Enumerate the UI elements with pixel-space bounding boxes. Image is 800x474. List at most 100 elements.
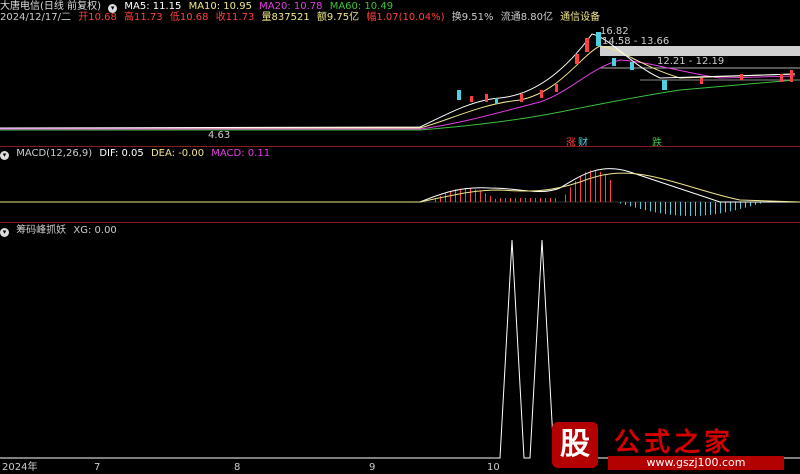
macd-chart[interactable] — [0, 158, 800, 222]
macd-bar — [740, 202, 741, 209]
x-label-7: 7 — [94, 462, 101, 473]
x-label-10: 10 — [487, 462, 500, 473]
macd-bar — [650, 202, 651, 212]
macd-bar — [440, 195, 441, 202]
date: 2024/12/17/二 — [0, 12, 72, 23]
indicator-title[interactable]: 筹码峰抓妖 — [16, 225, 66, 236]
indicator-xg: XG: 0.00 — [73, 225, 117, 236]
volume: 量837521 — [261, 12, 310, 23]
macd-bar — [515, 198, 516, 202]
range-label-1: 14.58 - 13.66 — [602, 36, 669, 47]
ma20-line — [0, 59, 796, 130]
macd-bar — [525, 198, 526, 202]
macd-bar — [490, 195, 491, 202]
macd-bar — [465, 188, 466, 202]
x-label-2024: 2024年 — [2, 462, 38, 473]
macd-bar — [570, 187, 571, 202]
macd-bar — [675, 202, 676, 216]
low-price: 低10.68 — [169, 12, 209, 23]
macd-bar — [530, 198, 531, 202]
macd-bar — [695, 202, 696, 216]
macd-bar — [520, 198, 521, 202]
macd-bar — [610, 179, 611, 202]
separator-1 — [0, 146, 800, 147]
macd-bar — [590, 170, 591, 202]
macd-bar — [645, 202, 646, 211]
amount: 额9.75亿 — [316, 12, 360, 23]
macd-bar — [720, 202, 721, 214]
low-label: 4.63 — [208, 130, 230, 141]
macd-bar — [565, 194, 566, 202]
watermark-url: www.gszj100.com — [608, 456, 784, 470]
high-price: 高11.73 — [124, 12, 163, 23]
price-chart[interactable]: 16.82 14.58 - 13.66 12.21 - 12.19 4.63 — [0, 24, 800, 146]
macd-bar — [640, 202, 641, 209]
macd-bar — [630, 202, 631, 207]
macd-bar — [495, 198, 496, 202]
ma10-value: MA10: 10.95 — [188, 1, 252, 12]
macd-bar — [455, 189, 456, 202]
macd-bar — [555, 198, 556, 202]
macd-bar — [550, 198, 551, 202]
macd-bar — [625, 202, 626, 205]
float-shares: 流通8.80亿 — [500, 12, 553, 23]
close-price: 收11.73 — [215, 12, 255, 23]
macd-bar — [605, 175, 606, 202]
macd-bar — [445, 193, 446, 202]
macd-bar — [680, 202, 681, 216]
macd-bar — [660, 202, 661, 214]
macd-bar — [450, 191, 451, 202]
macd-bar — [735, 202, 736, 211]
macd-bar — [545, 198, 546, 202]
open-price: 开10.68 — [78, 12, 117, 23]
watermark-title: 公式之家 — [614, 428, 735, 458]
macd-bar — [620, 202, 621, 204]
macd-bar — [480, 191, 481, 202]
macd-bar — [655, 202, 656, 213]
sector[interactable]: 通信设备 — [560, 12, 600, 23]
range-label-2: 12.21 - 12.19 — [657, 56, 724, 67]
turnover: 换9.51% — [451, 12, 494, 23]
macd-bar — [710, 202, 711, 215]
watermark-logo-gu: 股 — [552, 422, 598, 468]
macd-bar — [750, 202, 751, 207]
macd-bar — [460, 188, 461, 202]
macd-bar — [705, 202, 706, 216]
macd-bar — [595, 170, 596, 202]
x-label-8: 8 — [234, 462, 241, 473]
macd-bar — [685, 202, 686, 216]
macd-bar — [505, 198, 506, 202]
separator-2 — [0, 222, 800, 223]
ma5-value: MA5: 11.15 — [124, 1, 182, 12]
macd-bar — [600, 171, 601, 202]
x-label-9: 9 — [369, 462, 376, 473]
macd-bar — [670, 202, 671, 215]
header-row-2: 2024/12/17/二 开10.68 高11.73 低10.68 收11.73… — [0, 12, 604, 24]
macd-bar — [585, 172, 586, 202]
ma60-value: MA60: 10.49 — [329, 1, 394, 12]
macd-bar — [540, 198, 541, 202]
dif-line — [0, 168, 800, 203]
site-watermark: 股 公式之家 www.gszj100.com — [552, 422, 792, 470]
macd-bar — [580, 175, 581, 202]
macd-bar — [700, 202, 701, 216]
macd-bar — [435, 198, 436, 202]
stock-name[interactable]: 大唐电信(日线 前复权) — [0, 1, 101, 12]
resistance-band — [600, 46, 800, 56]
macd-bar — [500, 198, 501, 202]
macd-bar — [665, 202, 666, 215]
macd-bar — [730, 202, 731, 212]
change: 幅1.07(10.04%) — [366, 12, 445, 23]
macd-bar — [690, 202, 691, 216]
macd-bar — [575, 181, 576, 202]
macd-bar — [510, 198, 511, 202]
macd-bar — [745, 202, 746, 208]
macd-bar — [635, 202, 636, 208]
macd-bar — [485, 193, 486, 202]
macd-bar — [725, 202, 726, 213]
ma20-value: MA20: 10.78 — [259, 1, 323, 12]
macd-bar — [535, 198, 536, 202]
ma60-line — [0, 79, 796, 131]
macd-bar — [470, 188, 471, 202]
macd-bar — [715, 202, 716, 215]
